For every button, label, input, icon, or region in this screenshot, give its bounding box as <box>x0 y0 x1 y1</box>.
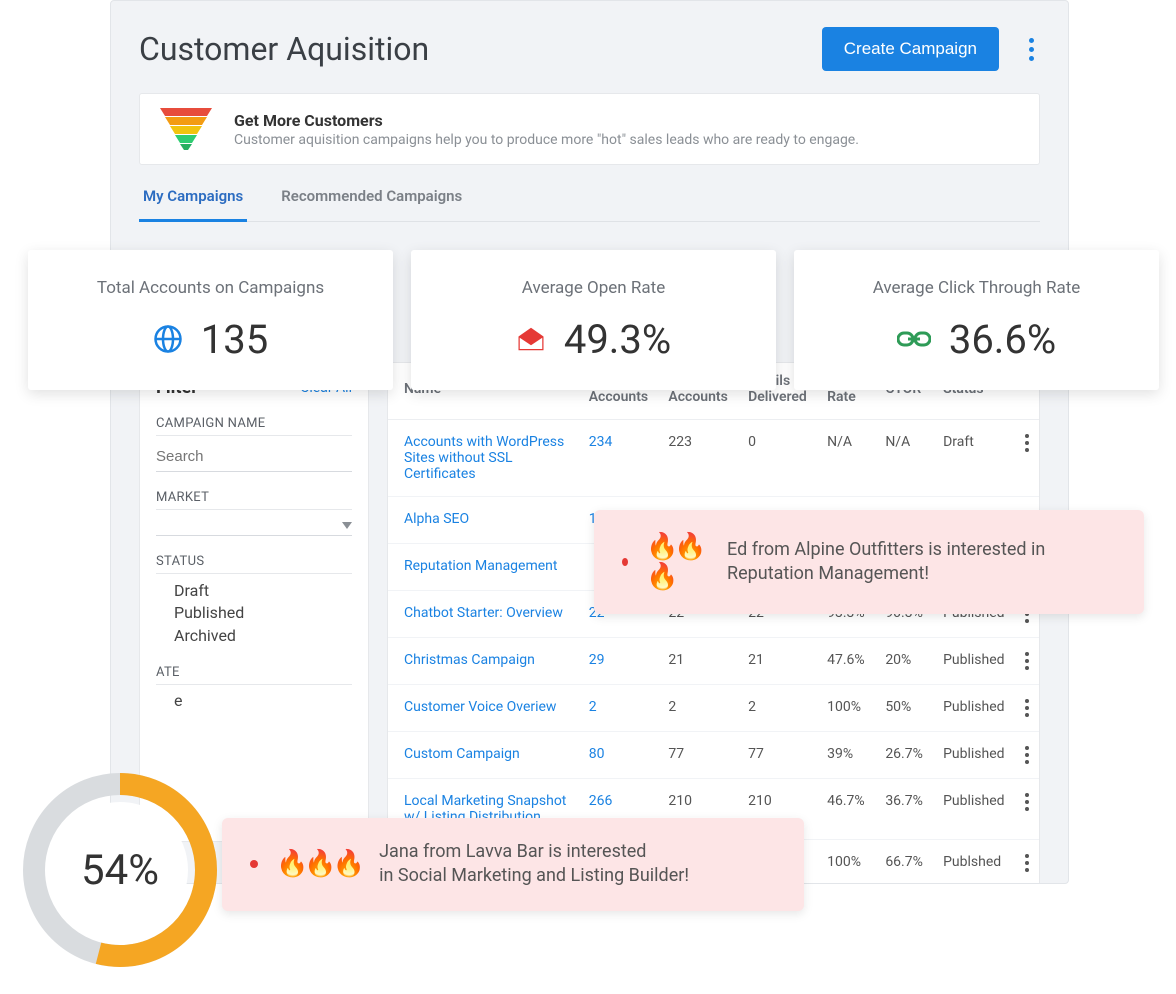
filter-date-label: ATE <box>156 665 352 685</box>
campaign-name-link[interactable]: Reputation Management <box>404 558 557 574</box>
content-row: Filter Clear All CAMPAIGN NAME MARKET ST… <box>139 362 1040 884</box>
campaign-table: Name Total Accounts Active Accounts Emai… <box>387 362 1040 884</box>
cell-status: Published <box>933 779 1015 840</box>
row-menu-icon[interactable] <box>1025 854 1029 872</box>
row-menu-icon[interactable] <box>1025 699 1029 717</box>
campaign-name-link[interactable]: Christmas Campaign <box>404 652 535 668</box>
card-value: 135 <box>201 316 268 363</box>
status-option[interactable]: Published <box>174 602 352 624</box>
hot-lead-notification[interactable]: 🔥🔥🔥 Ed from Alpine Outfitters is interes… <box>594 510 1144 614</box>
total-accounts-link[interactable]: 29 <box>589 652 605 668</box>
card-label: Average Click Through Rate <box>873 278 1081 298</box>
stat-cards: Total Accounts on Campaigns 135 Average … <box>28 250 1159 390</box>
filter-status-label: STATUS <box>156 554 352 574</box>
cell-emails: 21 <box>738 638 817 685</box>
search-input[interactable] <box>156 442 352 472</box>
total-accounts-link[interactable]: 234 <box>589 434 613 450</box>
cell-open: 46.7% <box>817 779 875 840</box>
cell-ctor: 36.7% <box>875 779 933 840</box>
cell-status: Draft <box>933 420 1015 497</box>
link-icon <box>897 329 931 349</box>
cell-active: 2 <box>658 685 738 732</box>
progress-gauge: 54% <box>20 770 220 970</box>
page-title: Customer Aquisition <box>139 30 429 68</box>
table-row: Customer Voice Overiew222100%50%Publishe… <box>388 685 1039 732</box>
cell-open: 39% <box>817 732 875 779</box>
cell-active: 77 <box>658 732 738 779</box>
filter-market-label: MARKET <box>156 490 352 510</box>
cell-open: 100% <box>817 685 875 732</box>
campaign-name-link[interactable]: Alpha SEO <box>404 511 469 527</box>
status-option[interactable]: Draft <box>174 580 352 602</box>
cell-ctor: 26.7% <box>875 732 933 779</box>
campaign-name-link[interactable]: Custom Campaign <box>404 746 520 762</box>
row-menu-icon[interactable] <box>1025 793 1029 811</box>
cell-emails: 2 <box>738 685 817 732</box>
status-list: Draft Published Archived <box>156 580 352 647</box>
row-menu-icon[interactable] <box>1025 434 1029 452</box>
cell-open: 100% <box>817 840 875 885</box>
cell-ctor: 50% <box>875 685 933 732</box>
notification-text: Ed from Alpine Outfitters is interested … <box>727 538 1116 587</box>
market-dropdown[interactable] <box>156 516 352 536</box>
cell-emails: 0 <box>738 420 817 497</box>
card-open-rate: Average Open Rate 49.3% <box>411 250 776 390</box>
campaign-name-link[interactable]: Customer Voice Overiew <box>404 699 556 715</box>
total-accounts-link[interactable]: 80 <box>589 746 605 762</box>
hot-lead-notification[interactable]: 🔥🔥🔥 Jana from Lavva Bar is interested in… <box>222 818 804 911</box>
card-value: 36.6% <box>949 316 1056 363</box>
fire-icon: 🔥🔥🔥 <box>646 532 709 592</box>
card-total-accounts: Total Accounts on Campaigns 135 <box>28 250 393 390</box>
create-campaign-button[interactable]: Create Campaign <box>822 27 999 71</box>
promo-subtitle: Customer aquisition campaigns help you t… <box>234 132 859 148</box>
cell-active: 223 <box>658 420 738 497</box>
row-menu-icon[interactable] <box>1025 652 1029 670</box>
fire-icon: 🔥🔥🔥 <box>276 849 361 879</box>
page-panel: Customer Aquisition Create Campaign Get … <box>110 0 1069 884</box>
header-actions: Create Campaign <box>822 27 1040 71</box>
card-label: Total Accounts on Campaigns <box>97 278 324 298</box>
tab-my-campaigns[interactable]: My Campaigns <box>139 187 247 222</box>
page-header: Customer Aquisition Create Campaign <box>111 1 1068 89</box>
tab-recommended-campaigns[interactable]: Recommended Campaigns <box>277 187 466 221</box>
more-menu-icon[interactable] <box>1023 32 1040 67</box>
campaign-name-link[interactable]: Accounts with WordPress Sites without SS… <box>404 434 564 482</box>
status-dot-icon <box>250 860 258 868</box>
filter-campaign-name-label: CAMPAIGN NAME <box>156 416 352 436</box>
cell-ctor: 66.7% <box>875 840 933 885</box>
table-row: Custom Campaign80777739%26.7%Published <box>388 732 1039 779</box>
campaign-name-link[interactable]: Chatbot Starter: Overview <box>404 605 563 621</box>
card-value: 49.3% <box>564 316 671 363</box>
cell-ctor: N/A <box>875 420 933 497</box>
row-menu-icon[interactable] <box>1025 746 1029 764</box>
cell-active: 21 <box>658 638 738 685</box>
cell-emails: 77 <box>738 732 817 779</box>
cell-open: N/A <box>817 420 875 497</box>
card-label: Average Open Rate <box>522 278 665 298</box>
card-ctr: Average Click Through Rate 36.6% <box>794 250 1159 390</box>
filter-date-cut: e <box>156 691 352 710</box>
notification-text: Jana from Lavva Bar is interested in Soc… <box>379 840 689 889</box>
cell-ctor: 20% <box>875 638 933 685</box>
promo-banner: Get More Customers Customer aquisition c… <box>139 93 1040 165</box>
cell-status: Published <box>933 732 1015 779</box>
gauge-value: 54% <box>20 770 220 970</box>
total-accounts-link[interactable]: 2 <box>589 699 597 715</box>
table-row: Christmas Campaign29212147.6%20%Publishe… <box>388 638 1039 685</box>
cell-status: Publshed <box>933 840 1015 885</box>
status-dot-icon <box>622 558 628 566</box>
chevron-down-icon <box>342 522 352 529</box>
globe-icon <box>153 324 183 354</box>
cell-status: Published <box>933 685 1015 732</box>
mail-open-icon <box>516 326 546 352</box>
table-row: Accounts with WordPress Sites without SS… <box>388 420 1039 497</box>
tabs: My Campaigns Recommended Campaigns <box>139 187 1040 222</box>
cell-open: 47.6% <box>817 638 875 685</box>
total-accounts-link[interactable]: 266 <box>589 793 613 809</box>
promo-title: Get More Customers <box>234 111 859 130</box>
cell-status: Published <box>933 638 1015 685</box>
status-option[interactable]: Archived <box>174 625 352 647</box>
funnel-icon <box>160 108 212 150</box>
